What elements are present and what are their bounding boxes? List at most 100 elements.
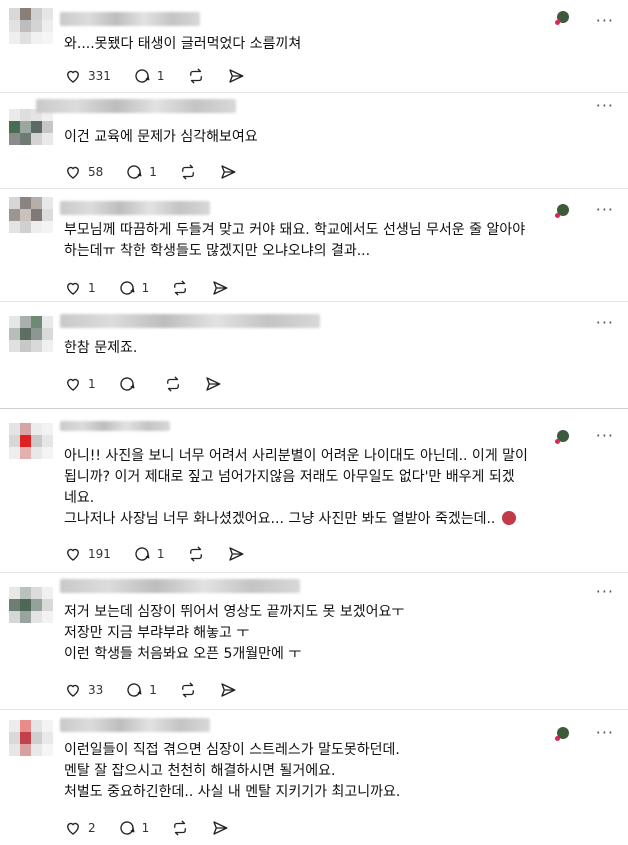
- reply-count: 1: [141, 281, 150, 295]
- like-count: 33: [88, 683, 104, 697]
- share-icon: [221, 165, 236, 179]
- like-button[interactable]: 1: [64, 279, 96, 297]
- angry-face-icon: [501, 511, 516, 525]
- like-button[interactable]: 33: [64, 681, 103, 699]
- avatar[interactable]: [9, 316, 53, 352]
- reply-button[interactable]: 1: [133, 545, 165, 563]
- like-button[interactable]: 2: [64, 819, 96, 837]
- reply-count: 1: [156, 69, 165, 83]
- repost-button[interactable]: [164, 375, 182, 393]
- share-icon: [228, 69, 243, 83]
- heart-icon: [67, 548, 79, 561]
- comment-6: ··· 저거 보는데 심장이 뛰어서 영상도 끝까지도 못 보겠어요ㅜ 저장만 …: [0, 573, 628, 709]
- reply-count: 1: [156, 547, 165, 561]
- share-button[interactable]: [219, 163, 237, 181]
- share-icon: [213, 821, 228, 835]
- avatar[interactable]: [9, 720, 53, 756]
- username-blurred[interactable]: [36, 99, 236, 113]
- share-icon: [205, 377, 221, 391]
- share-icon: [221, 683, 236, 697]
- comment-line: 이런일들이 직접 겪으면 심장이 스트레스가 말도못하던데.: [64, 742, 400, 758]
- comment-text: 이건 교육에 문제가 심각해보여요: [64, 127, 588, 148]
- comment-5: ··· 아니!! 사진을 보니 너무 어려서 사리분별이 어려운 나이대도 아닌…: [0, 409, 628, 572]
- repost-icon: [189, 546, 202, 562]
- repost-button[interactable]: [187, 67, 205, 85]
- comment-line: 한참 문제죠.: [64, 340, 138, 356]
- avatar[interactable]: [9, 423, 53, 459]
- author-liked-icon: [555, 430, 569, 444]
- comment-text: 저거 보는데 심장이 뛰어서 영상도 끝까지도 못 보겠어요ㅜ 저장만 지금 부…: [64, 602, 588, 665]
- heart-icon: [67, 378, 79, 391]
- share-button[interactable]: [219, 681, 237, 699]
- more-icon[interactable]: ···: [596, 725, 614, 741]
- more-icon[interactable]: ···: [596, 98, 614, 114]
- repost-button[interactable]: [179, 163, 197, 181]
- share-button[interactable]: [227, 67, 245, 85]
- comment-icon: [135, 547, 150, 561]
- like-button[interactable]: 1: [64, 375, 96, 393]
- more-icon[interactable]: ···: [596, 315, 614, 331]
- comment-line: 이건 교육에 문제가 심각해보여요: [64, 129, 258, 145]
- more-icon[interactable]: ···: [596, 428, 614, 444]
- comment-line: 됩니까? 이거 제대로 짚고 넘어가지않음 저래도 아무일도 없다'만 배우게 …: [64, 469, 515, 485]
- avatar[interactable]: [9, 587, 53, 623]
- repost-button[interactable]: [187, 545, 205, 563]
- share-button[interactable]: [204, 375, 222, 393]
- more-icon[interactable]: ···: [596, 202, 614, 218]
- comment-text: 한참 문제죠.: [64, 338, 588, 359]
- username-blurred[interactable]: [60, 718, 210, 732]
- repost-icon: [174, 280, 187, 296]
- reply-count: 1: [149, 683, 157, 697]
- comment-text: 아니!! 사진을 보니 너무 어려서 사리분별이 어려운 나이대도 아닌데.. …: [64, 446, 588, 530]
- like-count: 2: [88, 821, 96, 835]
- reply-button[interactable]: 1: [118, 819, 149, 837]
- comment-line-with-emoji: 그나저나 사장님 너무 화나셨겠어요... 그냥 사진만 봐도 열받아 죽겠는데…: [64, 509, 588, 530]
- reply-button[interactable]: 1: [125, 163, 157, 181]
- action-bar: 331 1: [64, 66, 267, 86]
- reply-button[interactable]: 1: [125, 681, 157, 699]
- more-icon[interactable]: ···: [596, 13, 614, 29]
- more-icon[interactable]: ···: [596, 584, 614, 600]
- comment-line: 와....못됐다 태생이 글러먹었다 소름끼쳐: [64, 36, 302, 52]
- author-liked-icon: [555, 204, 569, 218]
- reply-button[interactable]: 1: [133, 67, 165, 85]
- share-button[interactable]: [211, 279, 229, 297]
- repost-button[interactable]: [171, 819, 189, 837]
- like-count: 58: [88, 165, 104, 179]
- avatar[interactable]: [9, 197, 53, 233]
- like-count: 1: [88, 281, 96, 295]
- username-blurred[interactable]: [60, 201, 210, 215]
- avatar[interactable]: [9, 8, 53, 44]
- share-button[interactable]: [211, 819, 229, 837]
- like-button[interactable]: 58: [64, 163, 103, 181]
- comment-line: 멘탈 잘 잡으시고 천천히 해결하시면 될거에요.: [64, 763, 336, 779]
- comment-7: ··· 이런일들이 직접 겪으면 심장이 스트레스가 말도못하던데. 멘탈 잘 …: [0, 710, 628, 845]
- comment-icon: [127, 165, 142, 179]
- comment-line: 저장만 지금 부랴부랴 해놓고 ㅜ: [64, 625, 250, 641]
- repost-button[interactable]: [171, 279, 189, 297]
- repost-icon: [181, 682, 194, 698]
- like-button[interactable]: 331: [64, 67, 111, 85]
- like-button[interactable]: 191: [64, 545, 111, 563]
- comment-line: 하는데ㅠ 착한 학생들도 많겠지만 오냐오냐의 결과...: [64, 243, 371, 259]
- action-bar: 33 1: [64, 680, 259, 700]
- comment-line: 이런 학생들 처음봐요 오픈 5개월만에 ㅜ: [64, 646, 302, 662]
- reply-button[interactable]: [118, 375, 142, 393]
- comment-icon: [120, 821, 135, 835]
- comment-text: 이런일들이 직접 겪으면 심장이 스트레스가 말도못하던데. 멘탈 잘 잡으시고…: [64, 740, 588, 803]
- action-bar: 58 1: [64, 162, 259, 182]
- share-icon: [213, 281, 228, 295]
- comment-1: ··· 와....못됐다 태생이 글러먹었다 소름끼쳐 331 1: [0, 0, 628, 92]
- username-blurred[interactable]: [60, 314, 320, 328]
- reply-button[interactable]: 1: [118, 279, 150, 297]
- comment-3: ··· 부모님께 따끔하게 두들겨 맞고 커야 돼요. 학교에서도 선생님 무서…: [0, 189, 628, 301]
- author-avatar-badge: [553, 203, 570, 220]
- share-button[interactable]: [227, 545, 245, 563]
- username-blurred[interactable]: [60, 12, 200, 26]
- username-blurred[interactable]: [60, 579, 300, 593]
- heart-icon: [67, 822, 79, 835]
- username-blurred[interactable]: [60, 421, 170, 431]
- avatar[interactable]: [9, 109, 53, 145]
- heart-icon: [67, 70, 79, 83]
- repost-button[interactable]: [179, 681, 197, 699]
